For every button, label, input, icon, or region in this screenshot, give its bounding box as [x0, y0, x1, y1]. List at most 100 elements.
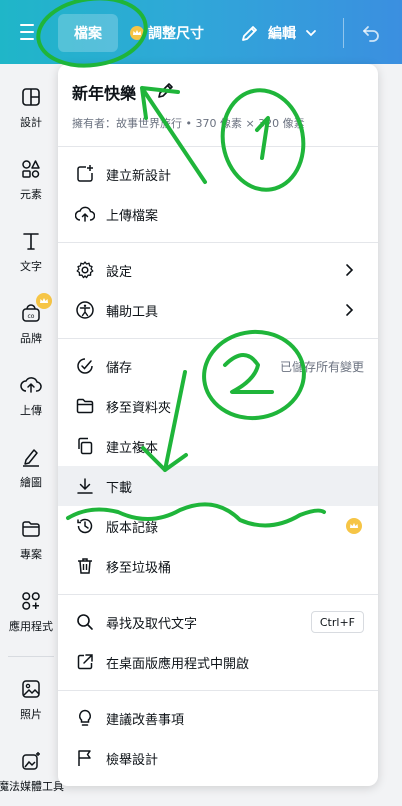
menu-item-find-replace[interactable]: 尋找及取代文字 Ctrl+F — [58, 602, 378, 642]
resize-label: 調整尺寸 — [148, 26, 204, 42]
copy-icon — [78, 437, 93, 455]
rail-label: 繪圖 — [20, 476, 42, 489]
menu-item-label: 下載 — [106, 480, 133, 496]
layout-icon — [22, 88, 40, 106]
menu-item-create-design[interactable]: 建立新設計 — [58, 154, 378, 194]
rail-item-upload[interactable]: 上傳 — [0, 374, 62, 418]
folder-icon — [22, 521, 40, 537]
side-rail: 設計 元素 文字 co 品牌 上傳 繪圖 專案 應用程式 照片 魔法媒體工具 — [0, 64, 64, 806]
pencil-icon — [242, 26, 257, 41]
chevron-down-icon — [306, 30, 316, 37]
menu-item-report-design[interactable]: 檢舉設計 — [58, 738, 378, 778]
rail-item-projects[interactable]: 專案 — [0, 518, 62, 562]
menu-item-settings[interactable]: 設定 — [58, 250, 378, 290]
menu-header: 新年快樂 擁有者：故事世界旅行 • 370 像素 × 320 像素 — [58, 64, 378, 144]
menu-divider — [58, 594, 378, 595]
menu-item-upload-files[interactable]: 上傳檔案 — [58, 194, 378, 234]
pencil-icon[interactable] — [156, 80, 176, 100]
menu-item-label: 移至資料夾 — [106, 400, 172, 416]
menu-item-label: 尋找及取代文字 — [106, 616, 198, 632]
rail-item-brand[interactable]: co 品牌 — [0, 302, 62, 346]
menu-item-label: 建立新設計 — [106, 168, 172, 184]
search-icon — [77, 614, 93, 630]
menu-item-label: 儲存 — [106, 360, 133, 376]
menu-item-label: 建議改善事項 — [106, 712, 185, 728]
svg-text:co: co — [28, 313, 35, 320]
external-open-icon — [77, 654, 93, 670]
crown-icon — [130, 26, 144, 40]
saved-icon — [77, 358, 93, 374]
menu-divider — [58, 690, 378, 691]
resize-button[interactable]: 調整尺寸 — [130, 14, 204, 52]
chevron-right-icon — [346, 304, 354, 316]
folder-icon — [76, 398, 94, 414]
lightbulb-icon — [79, 709, 91, 726]
rail-item-design[interactable]: 設計 — [0, 86, 62, 130]
rail-label: 專案 — [20, 548, 42, 561]
menu-item-move-to-folder[interactable]: 移至資料夾 — [58, 386, 378, 426]
chevron-right-icon — [346, 264, 354, 276]
menu-item-suggest-improvements[interactable]: 建議改善事項 — [58, 698, 378, 738]
menu-item-accessibility[interactable]: 輔助工具 — [58, 290, 378, 330]
design-title[interactable]: 新年快樂 — [72, 80, 136, 104]
magic-media-icon — [22, 752, 40, 770]
text-icon — [23, 233, 39, 250]
rail-item-elements[interactable]: 元素 — [0, 158, 62, 202]
upload-icon — [20, 377, 42, 393]
crown-icon — [36, 293, 52, 309]
photo-icon — [22, 680, 40, 698]
menu-item-version-history[interactable]: 版本記錄 — [58, 506, 378, 546]
rail-label: 照片 — [20, 708, 42, 721]
menu-item-open-desktop[interactable]: 在桌面版應用程式中開啟 — [58, 642, 378, 682]
rail-item-apps[interactable]: 應用程式 — [0, 590, 62, 634]
rail-label: 上傳 — [20, 404, 42, 417]
rail-item-text[interactable]: 文字 — [0, 230, 62, 274]
menu-item-label: 上傳檔案 — [106, 208, 159, 224]
rail-label: 應用程式 — [9, 620, 53, 633]
rail-label: 文字 — [20, 260, 42, 273]
accessibility-icon — [76, 301, 94, 319]
add-design-icon — [77, 165, 93, 182]
draw-icon — [23, 449, 39, 467]
apps-icon — [22, 592, 40, 610]
rail-label: 品牌 — [20, 332, 42, 345]
menu-item-save[interactable]: 儲存 已儲存所有變更 — [58, 346, 378, 386]
menu-item-label: 輔助工具 — [106, 304, 159, 320]
menu-item-label: 在桌面版應用程式中開啟 — [106, 656, 250, 672]
menu-item-label: 移至垃圾桶 — [106, 560, 172, 576]
rail-item-magic-media[interactable]: 魔法媒體工具 — [0, 750, 64, 794]
flag-icon — [78, 750, 91, 766]
menu-item-download[interactable]: 下載 — [58, 466, 378, 506]
menu-divider — [58, 338, 378, 339]
file-menu-panel: 新年快樂 擁有者：故事世界旅行 • 370 像素 × 320 像素 建立新設計 … — [58, 64, 378, 786]
top-toolbar: 檔案 調整尺寸 編輯 — [0, 0, 402, 64]
menu-item-make-copy[interactable]: 建立複本 — [58, 426, 378, 466]
menu-item-label: 版本記錄 — [106, 520, 159, 536]
undo-icon[interactable] — [360, 22, 382, 44]
shortcut-badge: Ctrl+F — [310, 611, 364, 633]
save-status: 已儲存所有變更 — [279, 359, 364, 374]
menu-divider — [58, 242, 378, 243]
rail-label: 元素 — [20, 188, 42, 201]
shapes-icon — [22, 160, 40, 178]
rail-divider — [8, 656, 54, 657]
history-icon — [77, 518, 93, 534]
upload-cloud-icon — [75, 206, 95, 222]
toolbar-divider — [343, 18, 344, 48]
rail-item-draw[interactable]: 繪圖 — [0, 446, 62, 490]
gear-icon — [76, 261, 94, 279]
file-menu-button[interactable]: 檔案 — [58, 14, 118, 52]
rail-item-photos[interactable]: 照片 — [0, 678, 62, 722]
menu-item-move-to-trash[interactable]: 移至垃圾桶 — [58, 546, 378, 586]
crown-icon — [346, 518, 362, 534]
owner-info: 擁有者：故事世界旅行 • 370 像素 × 320 像素 — [72, 117, 305, 130]
menu-icon[interactable] — [20, 24, 34, 40]
rail-label: 設計 — [20, 116, 42, 129]
menu-item-label: 設定 — [106, 264, 133, 280]
download-icon — [77, 478, 93, 494]
edit-button[interactable]: 編輯 — [240, 14, 318, 52]
trash-icon — [78, 558, 92, 574]
menu-item-label: 檢舉設計 — [106, 752, 159, 768]
menu-divider — [58, 146, 378, 147]
menu-item-label: 建立複本 — [106, 440, 159, 456]
